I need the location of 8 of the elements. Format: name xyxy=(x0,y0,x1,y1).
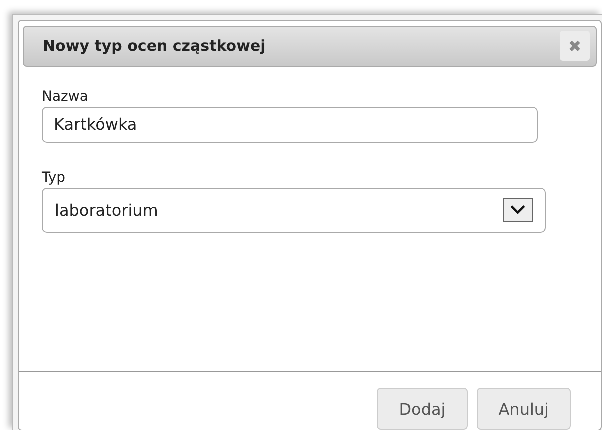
name-input-field[interactable]: Kartkówka xyxy=(42,106,538,143)
dialog-title: Nowy typ ocen cząstkowej xyxy=(43,37,266,56)
add-button[interactable]: Dodaj xyxy=(377,388,468,430)
cancel-button[interactable]: Anuluj xyxy=(476,388,571,430)
chevron-down-icon xyxy=(503,198,533,222)
field-label: Nazwa xyxy=(42,88,88,105)
field-label: Typ xyxy=(42,170,66,186)
type-select[interactable]: laboratorium xyxy=(42,188,546,233)
